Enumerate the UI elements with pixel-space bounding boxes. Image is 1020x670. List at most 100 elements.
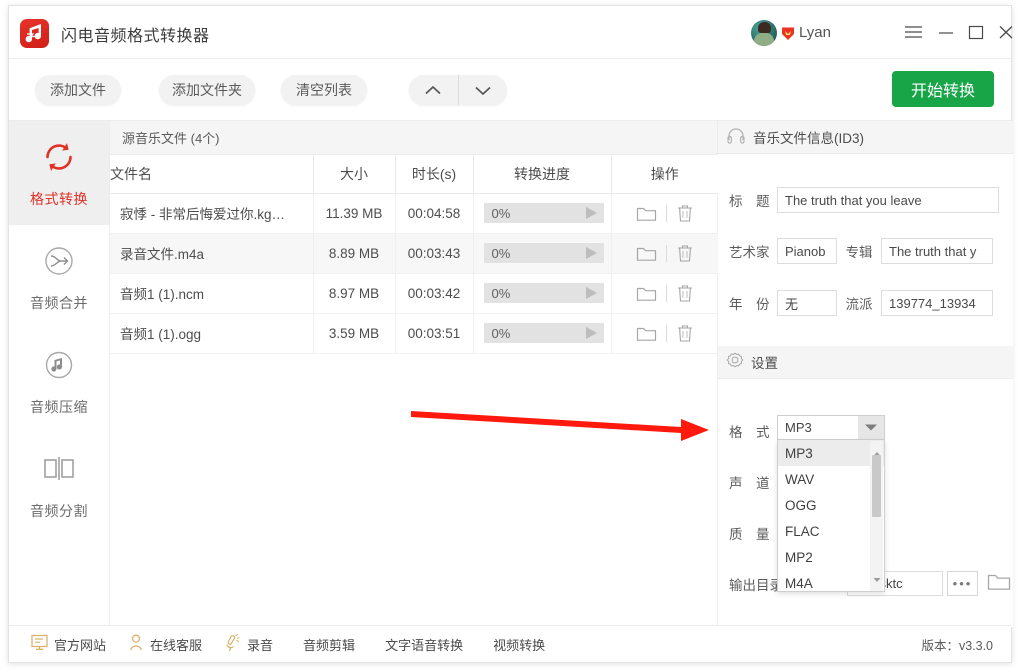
user-name[interactable]: Lyan: [799, 24, 831, 41]
trash-icon[interactable]: [676, 204, 694, 223]
play-icon[interactable]: [585, 247, 597, 259]
id3-genre-input[interactable]: 139774_13934: [881, 290, 993, 316]
cell-duration: 00:03:43: [395, 233, 474, 274]
dropdown-scrollbar[interactable]: [870, 441, 883, 591]
move-up-button[interactable]: [409, 75, 459, 105]
browse-button[interactable]: •••: [947, 571, 978, 596]
play-icon[interactable]: [585, 327, 597, 339]
id3-year-label: 年 份: [729, 297, 770, 312]
cell-size: 8.97 MB: [313, 273, 396, 314]
progress-bar: 0%: [483, 203, 604, 223]
play-icon[interactable]: [585, 207, 597, 219]
cell-size: 3.59 MB: [313, 313, 396, 354]
id3-year-row: 年 份 无 流派 139774_13934: [729, 290, 993, 316]
id3-album-input[interactable]: The truth that y: [881, 238, 993, 264]
headphones-icon: [726, 127, 746, 147]
id3-title-input[interactable]: The truth that you leave: [777, 187, 999, 213]
official-website-link[interactable]: 官方网站: [31, 634, 106, 654]
folder-icon[interactable]: [636, 285, 657, 302]
start-convert-button[interactable]: 开始转换: [892, 71, 994, 107]
id3-panel-title: 音乐文件信息(ID3): [753, 131, 864, 146]
video-convert-link[interactable]: 视频转换: [493, 635, 545, 654]
column-header-duration[interactable]: 时长(s): [395, 155, 474, 194]
cell-size: 11.39 MB: [313, 193, 396, 234]
sidebar-item-audio-compress[interactable]: 音频压缩: [9, 329, 109, 433]
progress-text: 0%: [491, 325, 511, 341]
folder-icon[interactable]: [636, 205, 657, 222]
quality-row: 质 量: [729, 523, 777, 543]
table-row[interactable]: 音频1 (1).ogg 3.59 MB 00:03:51 0%: [110, 313, 718, 354]
refresh-circle-icon: [40, 138, 78, 176]
menu-icon[interactable]: [904, 24, 926, 44]
format-options-list[interactable]: MP3 WAV OGG FLAC MP2 M4A: [777, 440, 885, 592]
format-option-wav[interactable]: WAV: [778, 466, 884, 492]
text-to-speech-link[interactable]: 文字语音转换: [385, 635, 463, 654]
cell-progress: 0%: [473, 193, 612, 234]
format-option-ogg[interactable]: OGG: [778, 492, 884, 518]
format-option-mp2[interactable]: MP2: [778, 544, 884, 570]
id3-panel-header: 音乐文件信息(ID3): [718, 121, 1013, 154]
cell-filename: 录音文件.m4a: [110, 233, 314, 274]
cell-size: 8.89 MB: [313, 233, 396, 274]
scroll-down-icon[interactable]: [873, 570, 881, 588]
scrollbar-thumb[interactable]: [872, 455, 881, 517]
avatar[interactable]: [751, 20, 777, 46]
sidebar-item-label: 音频压缩: [30, 398, 88, 415]
recording-link[interactable]: 录音: [224, 633, 273, 655]
sidebar-item-audio-merge[interactable]: 音频合并: [9, 225, 109, 329]
cell-operations: [611, 313, 718, 354]
sidebar-item-label: 音频分割: [30, 502, 88, 519]
id3-artist-row: 艺术家 Pianob 专辑 The truth that y: [729, 238, 993, 264]
id3-artist-input[interactable]: Pianob: [777, 238, 837, 264]
open-folder-icon[interactable]: [987, 572, 1011, 597]
column-header-filename[interactable]: 文件名: [110, 155, 314, 194]
trash-icon[interactable]: [676, 324, 694, 343]
bottom-item-label: 音频剪辑: [303, 637, 356, 653]
chevron-up-icon: [425, 85, 441, 94]
progress-bar: 0%: [483, 283, 604, 303]
format-option-m4a[interactable]: M4A: [778, 570, 884, 596]
id3-album-label: 专辑: [845, 245, 873, 260]
id3-title-row: 标 题 The truth that you leave: [729, 187, 999, 213]
folder-icon[interactable]: [636, 325, 657, 342]
format-option-mp3[interactable]: MP3: [778, 440, 884, 466]
format-option-flac[interactable]: FLAC: [778, 518, 884, 544]
play-icon[interactable]: [585, 287, 597, 299]
split-icon: [40, 450, 78, 488]
divider: [665, 284, 667, 302]
cell-filename: 音频1 (1).ncm: [110, 273, 314, 314]
progress-text: 0%: [491, 245, 511, 261]
column-header-size[interactable]: 大小: [313, 155, 396, 194]
file-table: 文件名 大小 时长(s) 转换进度 操作 寂悸 - 非常后悔爱过你.kg… 11…: [110, 155, 718, 354]
quality-label: 质 量: [729, 527, 770, 542]
close-icon[interactable]: [997, 24, 1019, 44]
online-support-link[interactable]: 在线客服: [128, 634, 202, 654]
person-icon: [128, 634, 144, 654]
format-select[interactable]: MP3: [777, 415, 885, 440]
id3-year-input[interactable]: 无: [777, 290, 837, 316]
audio-edit-link[interactable]: 音频剪辑: [303, 635, 355, 654]
sidebar-item-label: 格式转换: [30, 190, 88, 207]
trash-icon[interactable]: [676, 284, 694, 303]
sidebar-item-audio-split[interactable]: 音频分割: [9, 433, 109, 537]
add-folder-button[interactable]: 添加文件夹: [159, 75, 255, 105]
cell-operations: [611, 233, 718, 274]
minimize-icon[interactable]: [937, 24, 959, 44]
cell-duration: 00:03:51: [395, 313, 474, 354]
clear-list-button[interactable]: 清空列表: [281, 75, 367, 105]
table-row[interactable]: 录音文件.m4a 8.89 MB 00:03:43 0%: [110, 233, 718, 274]
sidebar-item-format-convert[interactable]: 格式转换: [9, 121, 109, 225]
folder-icon[interactable]: [636, 245, 657, 262]
chevron-down-icon[interactable]: [858, 416, 884, 439]
cell-duration: 00:03:42: [395, 273, 474, 314]
table-row[interactable]: 音频1 (1).ncm 8.97 MB 00:03:42 0%: [110, 273, 718, 314]
table-row[interactable]: 寂悸 - 非常后悔爱过你.kg… 11.39 MB 00:04:58 0%: [110, 193, 718, 234]
trash-icon[interactable]: [676, 244, 694, 263]
format-row: 格 式: [729, 421, 777, 441]
move-down-button[interactable]: [459, 75, 508, 105]
maximize-icon[interactable]: [967, 24, 989, 44]
cell-operations: [611, 193, 718, 234]
add-file-button[interactable]: 添加文件: [35, 75, 121, 105]
column-header-progress[interactable]: 转换进度: [473, 155, 612, 194]
column-header-operations[interactable]: 操作: [611, 155, 718, 194]
